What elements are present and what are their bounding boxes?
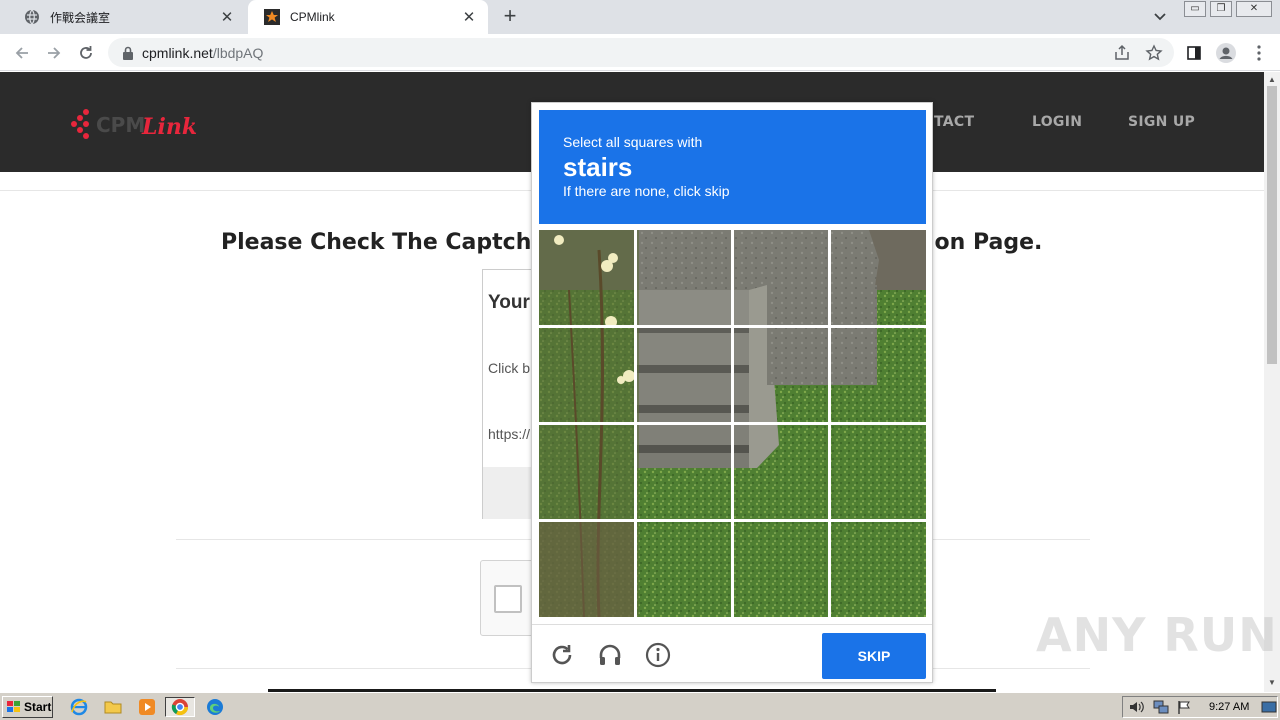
- card-link[interactable]: https://: [488, 426, 530, 442]
- captcha-image-grid: [539, 230, 926, 617]
- folder-icon[interactable]: [102, 697, 124, 717]
- headline-left: Please Check The Captcha: [221, 230, 547, 255]
- card-text: Click b: [488, 360, 531, 376]
- nav-signup[interactable]: SIGN UP: [1128, 114, 1195, 130]
- tab-search-icon[interactable]: [1150, 8, 1170, 26]
- browser-toolbar: cpmlink.net/lbdpAQ: [0, 34, 1280, 71]
- volume-icon[interactable]: [1129, 700, 1145, 719]
- ie-icon[interactable]: [68, 697, 90, 717]
- captcha-tile[interactable]: [830, 230, 924, 324]
- bookmark-star-icon[interactable]: [1143, 42, 1165, 64]
- headline-right: ion Page.: [927, 230, 1043, 255]
- captcha-tile[interactable]: [636, 521, 730, 615]
- captcha-tile[interactable]: [539, 424, 633, 518]
- new-tab-button[interactable]: +: [498, 5, 522, 29]
- edge-icon[interactable]: [204, 697, 226, 717]
- start-button[interactable]: Start: [2, 696, 53, 718]
- skip-button[interactable]: SKIP: [822, 633, 926, 679]
- card-title: Your: [488, 292, 530, 313]
- audio-icon[interactable]: [596, 641, 624, 669]
- captcha-tile[interactable]: [733, 424, 827, 518]
- globe-icon: [24, 9, 40, 25]
- captcha-header: Select all squares with stairs If there …: [539, 110, 926, 224]
- show-desktop-icon[interactable]: [1261, 700, 1277, 719]
- restore-button[interactable]: ❐: [1210, 1, 1232, 17]
- captcha-tile[interactable]: [830, 521, 924, 615]
- menu-kebab-icon[interactable]: [1248, 42, 1270, 64]
- captcha-tile[interactable]: [636, 327, 730, 421]
- taskbar-clock: 9:27 AM: [1209, 701, 1250, 713]
- captcha-tile[interactable]: [539, 521, 633, 615]
- network-icon[interactable]: [1153, 700, 1169, 719]
- lock-icon: [122, 46, 134, 60]
- captcha-tile[interactable]: [733, 230, 827, 324]
- flag-icon[interactable]: [1177, 700, 1193, 719]
- close-tab-icon[interactable]: ✕: [218, 8, 236, 26]
- svg-text:CPM: CPM: [96, 113, 145, 137]
- captcha-tile[interactable]: [636, 424, 730, 518]
- system-tray: 9:27 AM: [1122, 696, 1278, 718]
- captcha-target: stairs: [563, 152, 633, 182]
- profile-avatar-icon[interactable]: [1215, 42, 1237, 64]
- back-button[interactable]: [11, 42, 33, 64]
- captcha-tile[interactable]: [733, 327, 827, 421]
- cpmlink-logo[interactable]: CPM Link: [66, 104, 206, 144]
- page-scrollbar[interactable]: ▲ ▼: [1264, 72, 1280, 692]
- windows-taskbar: Start 9:27 AM: [0, 692, 1280, 720]
- scroll-up-icon[interactable]: ▲: [1268, 75, 1276, 84]
- captcha-footer: SKIP: [532, 624, 932, 682]
- side-panel-icon[interactable]: [1183, 42, 1205, 64]
- tab-strip: 作戰会議室 ✕ CPMlink ✕ + ▭ ❐ ✕: [0, 0, 1280, 34]
- captcha-challenge: Select all squares with stairs If there …: [531, 102, 933, 683]
- tab-inactive[interactable]: 作戰会議室 ✕: [8, 0, 246, 34]
- captcha-tile[interactable]: [733, 521, 827, 615]
- tab-title: 作戰会議室: [50, 10, 111, 25]
- scroll-down-icon[interactable]: ▼: [1268, 678, 1276, 687]
- info-icon[interactable]: [644, 641, 672, 669]
- captcha-tile[interactable]: [830, 424, 924, 518]
- tab-active[interactable]: CPMlink ✕: [248, 0, 488, 34]
- nav-login[interactable]: LOGIN: [1032, 114, 1082, 130]
- svg-text:Link: Link: [141, 114, 197, 140]
- close-window-button[interactable]: ✕: [1236, 1, 1272, 17]
- start-label: Start: [24, 700, 52, 714]
- chrome-icon[interactable]: [165, 697, 195, 717]
- tab-title: CPMlink: [290, 10, 335, 24]
- reload-button[interactable]: [75, 42, 97, 64]
- cpmlink-favicon-icon: [264, 9, 280, 25]
- address-bar[interactable]: cpmlink.net/lbdpAQ: [108, 38, 1174, 67]
- captcha-hint: If there are none, click skip: [563, 183, 730, 199]
- share-icon[interactable]: [1111, 42, 1133, 64]
- url-path: /lbdpAQ: [212, 44, 264, 61]
- captcha-tile[interactable]: [539, 230, 633, 324]
- captcha-tile[interactable]: [539, 327, 633, 421]
- reload-icon[interactable]: [548, 641, 576, 669]
- captcha-instruction: Select all squares with: [563, 134, 703, 150]
- anyrun-watermark: ANY RUN: [1036, 608, 1278, 662]
- recaptcha-checkbox[interactable]: [494, 585, 522, 613]
- minimize-button[interactable]: ▭: [1184, 1, 1206, 17]
- scrollbar-thumb[interactable]: [1267, 86, 1277, 364]
- windows-logo-icon: [7, 701, 21, 713]
- url-host: cpmlink.net: [142, 44, 213, 61]
- media-player-icon[interactable]: [136, 697, 158, 717]
- captcha-tile[interactable]: [830, 327, 924, 421]
- captcha-tile[interactable]: [636, 230, 730, 324]
- close-tab-icon[interactable]: ✕: [460, 8, 478, 26]
- forward-button[interactable]: [43, 42, 65, 64]
